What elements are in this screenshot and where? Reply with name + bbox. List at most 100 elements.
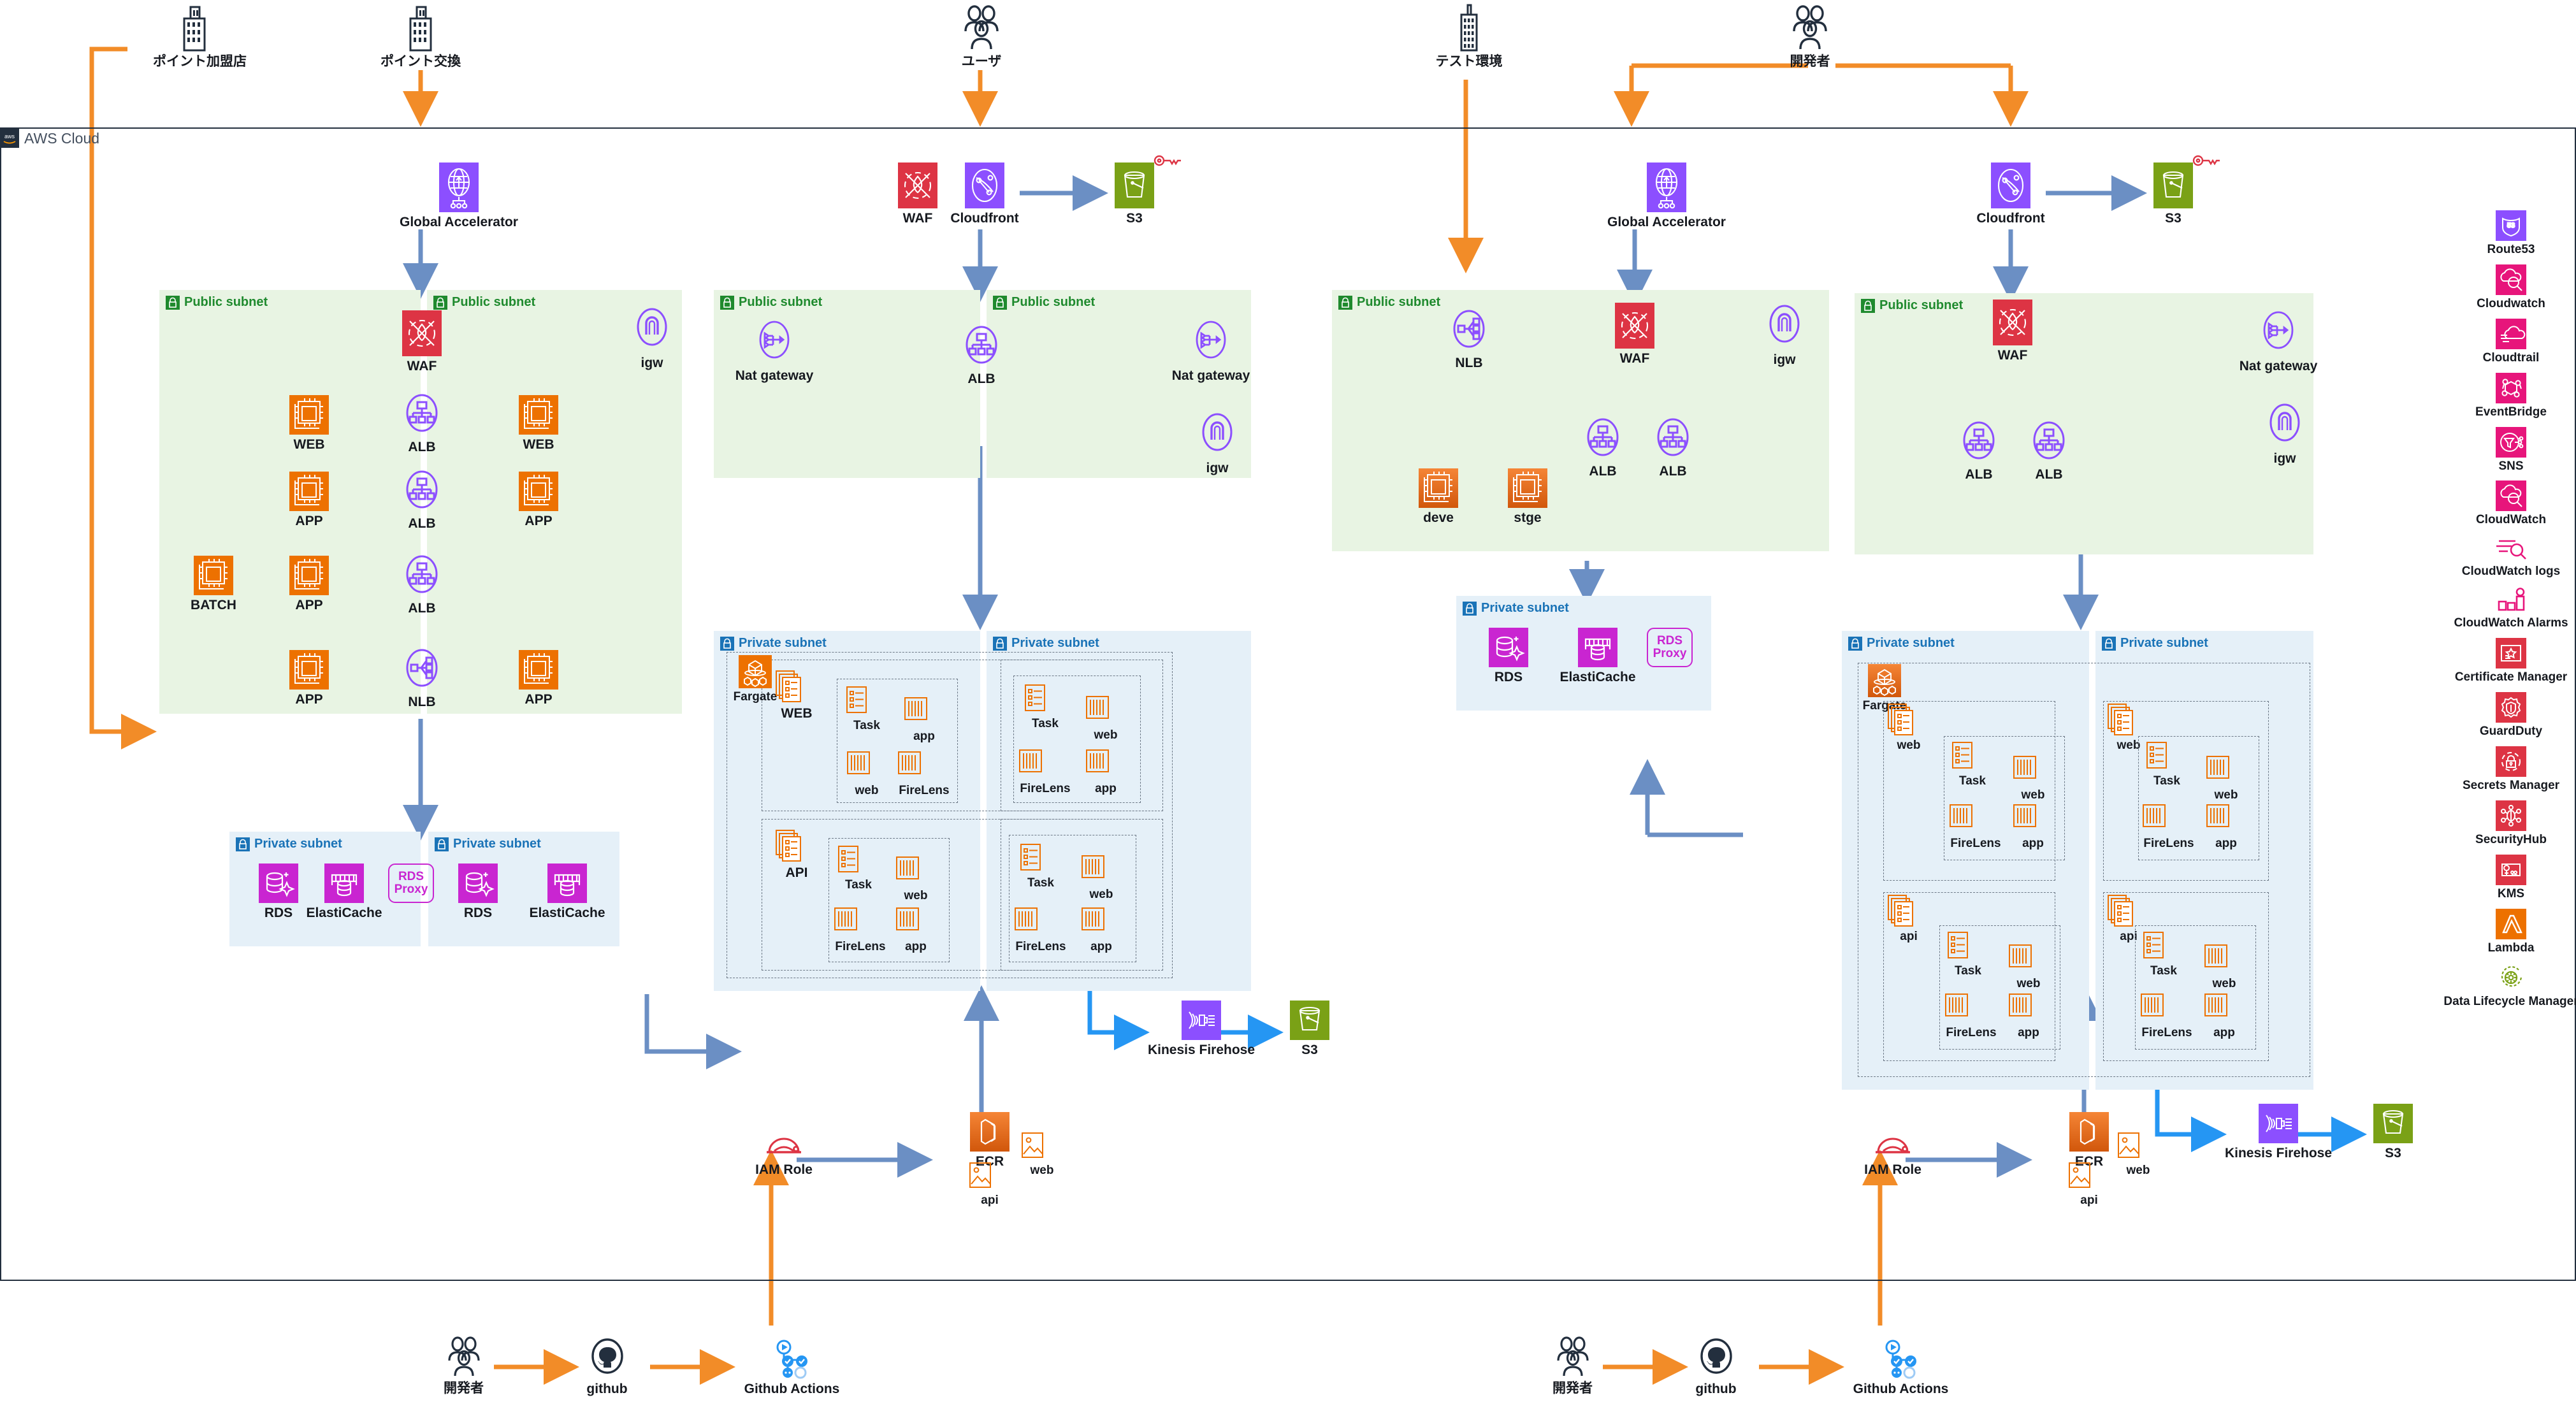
legend-lambda[interactable]: Lambda: [2447, 908, 2575, 955]
node-label: api: [2080, 1194, 2098, 1207]
subnet-label: Private subnet: [2120, 636, 2208, 650]
vpc3-nlb[interactable]: NLB: [1440, 306, 1498, 370]
legend-guardduty[interactable]: GuardDuty: [2447, 692, 2575, 739]
vpc4b-task-api: Task: [2141, 930, 2186, 978]
vpc2-igw[interactable]: igw: [1189, 411, 1246, 475]
vpc4-kinesis-firehose[interactable]: Kinesis Firehose: [2218, 1104, 2339, 1160]
legend-label: Cloudwatch: [2477, 296, 2545, 310]
service-global-accelerator-test[interactable]: Global Accelerator: [1587, 163, 1746, 229]
legend-sns[interactable]: SNS: [2447, 426, 2575, 473]
legend-kms[interactable]: KMS: [2447, 854, 2575, 901]
vpc1-web-left[interactable]: WEB: [280, 395, 338, 452]
vpc2-nat-gateway-b[interactable]: Nat gateway: [1169, 319, 1252, 383]
vpc2-service-api[interactable]: API: [774, 828, 819, 880]
service-waf-mid[interactable]: WAF: [889, 163, 946, 226]
ec2-icon: [519, 650, 558, 690]
legend-label: Secrets Manager: [2462, 778, 2560, 792]
vpc1-app-right-3[interactable]: APP: [510, 650, 567, 707]
service-s3-mid[interactable]: S3: [1106, 163, 1163, 226]
vpc1-elasticache-b[interactable]: ElastiCache: [526, 863, 609, 920]
service-cloudfront-right[interactable]: Cloudfront: [1976, 163, 2046, 226]
node-label: WAF: [1619, 351, 1650, 366]
vpc1-alb-1[interactable]: ALB: [393, 390, 451, 454]
elasticache-icon: [1578, 628, 1617, 667]
container-icon: [902, 695, 930, 728]
vpc1-app-left-1[interactable]: APP: [280, 472, 338, 528]
vpc1-web-right[interactable]: WEB: [510, 395, 567, 452]
legend-cloudwatch-1[interactable]: Cloudwatch: [2447, 264, 2575, 311]
pipeline-left-github[interactable]: github: [577, 1337, 637, 1396]
vpc1-app-left-3[interactable]: APP: [280, 650, 338, 707]
vpc3-deve[interactable]: deve: [1410, 468, 1467, 525]
ecs-service-icon: [774, 828, 805, 863]
vpc3-alb-1[interactable]: ALB: [1574, 414, 1632, 479]
vpc4-image-web: web: [2116, 1131, 2160, 1178]
vpc1-rds-b[interactable]: RDS: [449, 863, 507, 920]
nat-gateway-icon: [755, 319, 794, 366]
vpc2-kinesis-firehose[interactable]: Kinesis Firehose: [1141, 1001, 1262, 1057]
node-label: web: [855, 784, 879, 797]
vpc2-iam-role[interactable]: IAM Role: [742, 1128, 825, 1177]
vpc4-igw[interactable]: igw: [2256, 401, 2313, 466]
node-label: ALB: [1965, 467, 1993, 482]
vpc4-iam-role[interactable]: IAM Role: [1851, 1128, 1934, 1177]
node-label: app: [1095, 782, 1117, 795]
node-label: WEB: [781, 706, 813, 721]
vpc1-alb-2[interactable]: ALB: [393, 466, 451, 531]
vpc3-waf[interactable]: WAF: [1606, 303, 1663, 366]
vpc4-alb-2[interactable]: ALB: [2020, 417, 2078, 482]
vpc3-alb-2[interactable]: ALB: [1644, 414, 1702, 479]
vpc3-stge[interactable]: stge: [1499, 468, 1556, 525]
vpc4a-service-web[interactable]: web: [1886, 702, 1931, 753]
legend-cloudwatch-logs[interactable]: CloudWatch logs: [2447, 535, 2575, 579]
vpc2-s3-logs[interactable]: S3: [1281, 1001, 1338, 1057]
vpc2-service-web[interactable]: WEB: [774, 669, 819, 721]
vpc4a-service-api[interactable]: api: [1886, 893, 1931, 944]
vpc3-igw[interactable]: igw: [1756, 303, 1813, 367]
alb-icon: [402, 551, 442, 598]
vpc4-nat-gateway[interactable]: Nat gateway: [2237, 309, 2320, 373]
service-s3-right[interactable]: S3: [2145, 163, 2202, 226]
vpc1-elasticache-a[interactable]: ElastiCache: [303, 863, 386, 920]
vpc3-rds[interactable]: RDS: [1480, 628, 1537, 684]
legend-eventbridge[interactable]: EventBridge: [2447, 372, 2575, 419]
pipeline-right-github[interactable]: github: [1686, 1337, 1746, 1396]
service-cloudfront-mid[interactable]: Cloudfront: [950, 163, 1020, 226]
vpc2-ecr[interactable]: ECR: [961, 1112, 1018, 1169]
vpc2-alb[interactable]: ALB: [953, 322, 1010, 386]
lock-icon: [993, 295, 1007, 310]
vpc1-waf[interactable]: WAF: [393, 310, 451, 373]
service-label: Global Accelerator: [400, 215, 518, 229]
vpc4-ecr[interactable]: ECR: [2060, 1112, 2118, 1169]
vpc1-igw[interactable]: igw: [623, 306, 681, 370]
legend-route53[interactable]: 53 Route53: [2447, 210, 2575, 257]
legend-data-lifecycle-manager[interactable]: Data Lifecycle Manager: [2435, 962, 2576, 1009]
node-label: github: [586, 1382, 628, 1396]
vpc1-nlb[interactable]: NLB: [393, 645, 451, 709]
vpc4-waf[interactable]: WAF: [1984, 300, 2041, 363]
node-label: web: [2212, 977, 2236, 990]
vpc1-batch[interactable]: BATCH: [182, 556, 245, 612]
vpc1-alb-3[interactable]: ALB: [393, 551, 451, 616]
legend-cloudwatch-alarms[interactable]: CloudWatch Alarms: [2447, 586, 2575, 630]
vpc1-app-right-1[interactable]: APP: [510, 472, 567, 528]
service-global-accelerator-left[interactable]: Global Accelerator: [382, 163, 535, 229]
pipeline-left-github-actions[interactable]: Github Actions: [733, 1337, 851, 1396]
vpc4-alb-1[interactable]: ALB: [1950, 417, 2008, 482]
vpc4-s3-logs[interactable]: S3: [2364, 1104, 2422, 1160]
svg-text:53: 53: [2507, 222, 2515, 229]
vpc1-rds-a[interactable]: RDS: [250, 863, 307, 920]
vpc3-rds-proxy[interactable]: RDS Proxy: [1644, 628, 1695, 667]
legend-certificate-manager[interactable]: Certificate Manager: [2447, 638, 2575, 684]
vpc1-app-left-2[interactable]: APP: [280, 556, 338, 612]
legend-cloudtrail[interactable]: Cloudtrail: [2447, 318, 2575, 365]
legend-secrets-manager[interactable]: Secrets Manager: [2447, 746, 2575, 793]
vpc2-nat-gateway-a[interactable]: Nat gateway: [733, 319, 816, 383]
vpc3-elasticache[interactable]: ElastiCache: [1556, 628, 1639, 684]
legend-cloudwatch-2[interactable]: CloudWatch: [2447, 481, 2575, 527]
node-label: RDS: [463, 906, 493, 920]
pipeline-right-github-actions[interactable]: Github Actions: [1842, 1337, 1960, 1396]
legend-securityhub[interactable]: SecurityHub: [2447, 800, 2575, 847]
vpc1-rds-proxy-a[interactable]: RDS Proxy: [386, 863, 437, 903]
node-label: FireLens: [1020, 782, 1071, 795]
